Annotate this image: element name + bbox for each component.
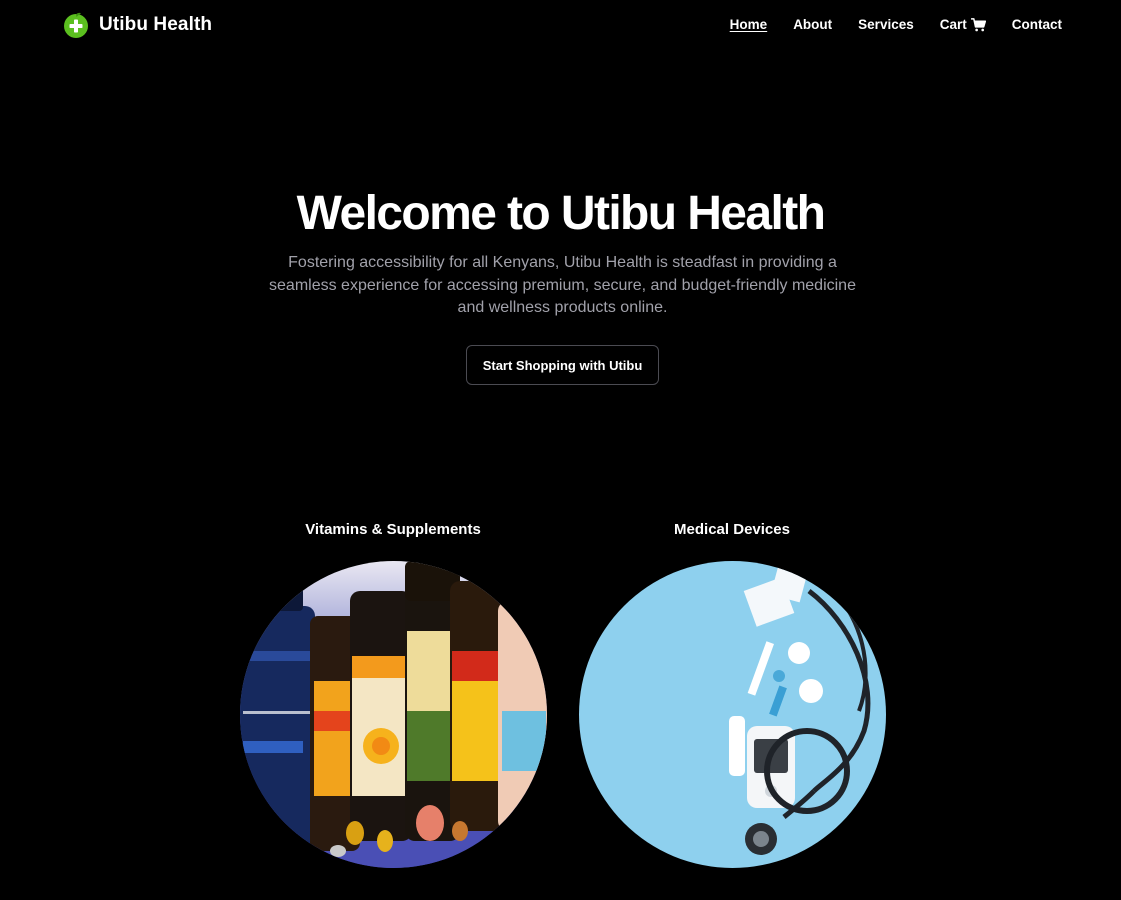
hero-title: Welcome to Utibu Health xyxy=(296,187,826,240)
nav-cart-link[interactable]: Cart xyxy=(940,16,986,33)
cart-icon xyxy=(970,17,986,31)
stethoscope-glucometer-photo xyxy=(579,561,886,868)
category-medical-devices-image[interactable] xyxy=(579,561,886,868)
nav-contact-label: Contact xyxy=(1011,17,1062,32)
nav-services-label: Services xyxy=(858,17,914,32)
vitamin-bottles-photo xyxy=(240,561,547,868)
brand-home-link[interactable]: Utibu Health xyxy=(63,11,212,39)
nav-services-link[interactable]: Services xyxy=(858,16,914,33)
nav-cart-label: Cart xyxy=(939,17,967,32)
site-header: Utibu Health Home About Services Cart Co… xyxy=(0,0,1121,50)
nav-home-label: Home xyxy=(729,17,768,32)
main-nav: Home About Services Cart Contact xyxy=(730,16,1062,33)
nav-about-link[interactable]: About xyxy=(793,16,832,33)
nav-home-link[interactable]: Home xyxy=(730,16,768,33)
page: Utibu Health Home About Services Cart Co… xyxy=(0,0,1121,900)
hero-description: Fostering accessibility for all Kenyans,… xyxy=(269,254,856,316)
start-shopping-button[interactable]: Start Shopping with Utibu xyxy=(466,345,659,385)
green-plus-circle-icon xyxy=(64,12,88,38)
category-label-medical-devices: Medical Devices xyxy=(674,521,790,538)
brand-name: Utibu Health xyxy=(99,14,213,35)
nav-contact-link[interactable]: Contact xyxy=(1012,16,1062,33)
nav-about-label: About xyxy=(793,17,833,32)
category-label-vitamins: Vitamins & Supplements xyxy=(305,521,481,538)
category-vitamins-image[interactable] xyxy=(240,561,547,868)
